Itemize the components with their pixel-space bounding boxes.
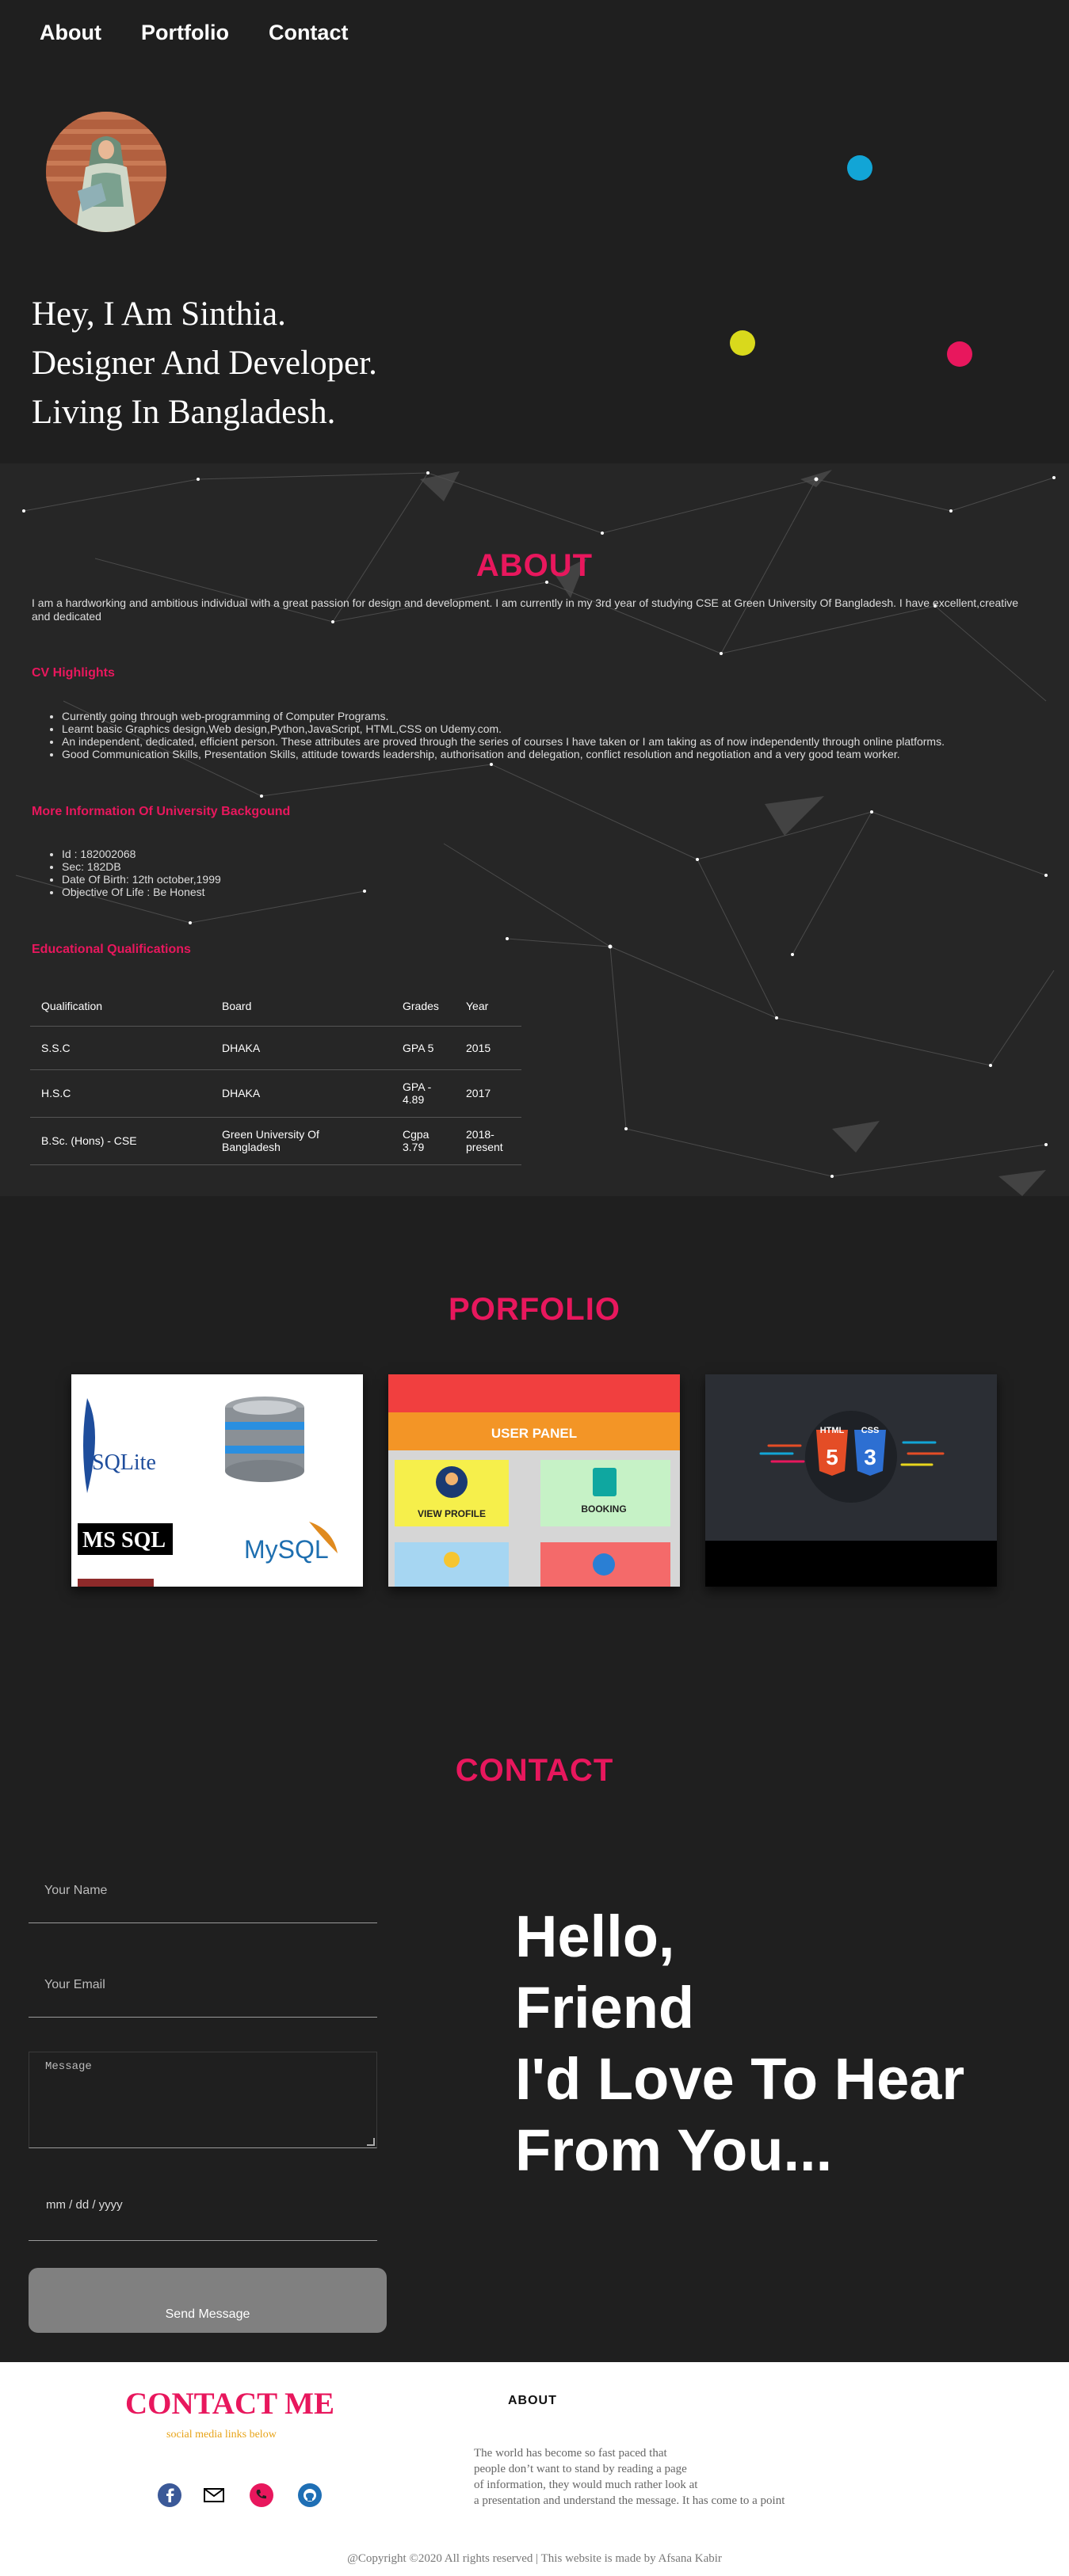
- cv-highlights-heading: CV Highlights: [32, 666, 115, 680]
- table-cell: Green University Of Bangladesh: [211, 1117, 391, 1165]
- about-section: ABOUT I am a hardworking and ambitious i…: [0, 463, 1069, 1196]
- table-header: Grades: [391, 986, 455, 1027]
- about-paragraph: I am a hardworking and ambitious individ…: [32, 596, 1019, 623]
- contact-me-subtitle: social media links below: [166, 2429, 277, 2441]
- table-row: H.S.C DHAKA GPA - 4.89 2017: [30, 1069, 521, 1118]
- footer: CONTACT ME social media links below ABOU…: [0, 2362, 1069, 2576]
- hero-line-1: Hey, I Am Sinthia.: [32, 295, 286, 333]
- list-item: Date Of Birth: 12th october,1999: [62, 873, 221, 886]
- copyright-text: @Copyright ©2020 All rights reserved | T…: [347, 2552, 722, 2565]
- mssql-logo-text: MS SQL: [82, 1528, 166, 1553]
- contact-title: CONTACT: [455, 1753, 614, 1788]
- table-cell: H.S.C: [30, 1069, 211, 1118]
- hero-line-3: Living In Bangladesh.: [32, 394, 336, 431]
- list-item: Currently going through web-programming …: [62, 710, 1030, 722]
- github-icon[interactable]: [298, 2483, 322, 2507]
- top-nav: About Portfolio Contact: [0, 0, 1069, 65]
- date-placeholder: mm / dd / yyyy: [46, 2198, 123, 2212]
- table-header-row: Qualification Board Grades Year: [30, 986, 521, 1027]
- resize-handle-icon[interactable]: [367, 2138, 375, 2146]
- decor-dot-pink: [947, 341, 972, 367]
- list-item: Good Communication Skills, Presentation …: [62, 748, 1030, 760]
- table-cell: DHAKA: [211, 1026, 391, 1070]
- send-message-button[interactable]: Send Message: [29, 2268, 387, 2333]
- footer-about-text: The world has become so fast paced that …: [474, 2445, 785, 2509]
- table-header: Qualification: [30, 986, 211, 1027]
- table-cell: DHAKA: [211, 1069, 391, 1118]
- footer-about-line: The world has become so fast paced that: [474, 2447, 667, 2460]
- portfolio-title: PORFOLIO: [449, 1292, 620, 1327]
- decor-dot-blue: [847, 155, 872, 181]
- list-item: Sec: 182DB: [62, 860, 221, 873]
- html-logo-text: HTML: [820, 1426, 845, 1435]
- name-placeholder: Your Name: [44, 1884, 108, 1897]
- hello-line-4: From You...: [515, 2117, 833, 2183]
- list-item: Learnt basic Graphics design,Web design,…: [62, 722, 1030, 735]
- hello-message: Hello, Friend I'd Love To Hear From You.…: [515, 1901, 964, 2186]
- about-title: ABOUT: [475, 548, 594, 583]
- table-cell: GPA - 4.89: [391, 1069, 455, 1118]
- message-field[interactable]: Message: [29, 2052, 377, 2148]
- table-cell: S.S.C: [30, 1026, 211, 1070]
- name-field[interactable]: Your Name: [29, 1877, 377, 1923]
- phone-icon[interactable]: [250, 2483, 273, 2507]
- svg-text:3: 3: [864, 1445, 876, 1469]
- hello-line-3: I'd Love To Hear: [515, 2046, 965, 2112]
- date-field[interactable]: mm / dd / yyyy: [29, 2190, 377, 2241]
- table-cell: B.Sc. (Hons) - CSE: [30, 1117, 211, 1165]
- table-header: Board: [211, 986, 391, 1027]
- footer-about-heading: ABOUT: [508, 2394, 557, 2407]
- footer-about-line: a presentation and understand the messag…: [474, 2494, 785, 2507]
- table-cell: GPA 5: [391, 1026, 455, 1070]
- email-placeholder: Your Email: [44, 1978, 105, 1991]
- university-heading: More Information Of University Backgound: [32, 805, 291, 818]
- portfolio-card-user-panel[interactable]: USER PANEL VIEW PROFILE BOOKING: [388, 1374, 680, 1587]
- university-info-list: Id : 182002068 Sec: 182DB Date Of Birth:…: [55, 848, 221, 898]
- email-field[interactable]: Your Email: [29, 1970, 377, 2018]
- nav-contact[interactable]: Contact: [269, 21, 349, 45]
- hero-line-2: Designer And Developer.: [32, 345, 377, 382]
- hero-intro: Hey, I Am Sinthia. Designer And Develope…: [32, 290, 377, 437]
- hello-line-1: Hello,: [515, 1903, 675, 1969]
- education-heading: Educational Qualifications: [32, 943, 191, 956]
- message-placeholder: Message: [45, 2060, 92, 2073]
- education-table: Qualification Board Grades Year S.S.C DH…: [30, 986, 521, 1165]
- table-cell: Cgpa 3.79: [391, 1117, 455, 1165]
- nav-about[interactable]: About: [40, 21, 101, 45]
- table-row: S.S.C DHAKA GPA 5 2015: [30, 1026, 521, 1070]
- table-header: Year: [455, 986, 521, 1027]
- view-profile-tile: VIEW PROFILE: [418, 1508, 486, 1519]
- user-panel-header: USER PANEL: [491, 1426, 577, 1441]
- mysql-logo-text: MySQL: [244, 1535, 329, 1564]
- page: About Portfolio Contact Hey, I Am Sinthi…: [0, 0, 1069, 2576]
- facebook-icon[interactable]: [158, 2483, 181, 2507]
- table-cell: 2015: [455, 1026, 521, 1070]
- table-cell: 2018-present: [455, 1117, 521, 1165]
- svg-text:5: 5: [826, 1445, 838, 1469]
- sqlite-logo-text: SQLite: [92, 1450, 156, 1475]
- footer-about-line: of information, they would much rather l…: [474, 2479, 698, 2491]
- mail-icon[interactable]: [202, 2483, 226, 2507]
- contact-me-title: CONTACT ME: [125, 2387, 334, 2421]
- nav-portfolio[interactable]: Portfolio: [141, 21, 229, 45]
- portfolio-card-databases[interactable]: SQLite MS SQL MySQL: [71, 1374, 363, 1587]
- profile-avatar: [46, 112, 166, 232]
- portfolio-card-html-css[interactable]: HTML 5 CSS 3: [705, 1374, 997, 1587]
- list-item: Objective Of Life : Be Honest: [62, 886, 221, 898]
- cv-highlights-list: Currently going through web-programming …: [55, 710, 1030, 760]
- decor-dot-yellow: [730, 330, 755, 356]
- list-item: Id : 182002068: [62, 848, 221, 860]
- list-item: An independent, dedicated, efficient per…: [62, 735, 1030, 748]
- footer-about-line: people don’t want to stand by reading a …: [474, 2463, 687, 2475]
- table-cell: 2017: [455, 1069, 521, 1118]
- booking-tile: BOOKING: [581, 1503, 626, 1515]
- css-logo-text: CSS: [861, 1426, 880, 1435]
- table-row: B.Sc. (Hons) - CSE Green University Of B…: [30, 1117, 521, 1165]
- hello-line-2: Friend: [515, 1975, 695, 2041]
